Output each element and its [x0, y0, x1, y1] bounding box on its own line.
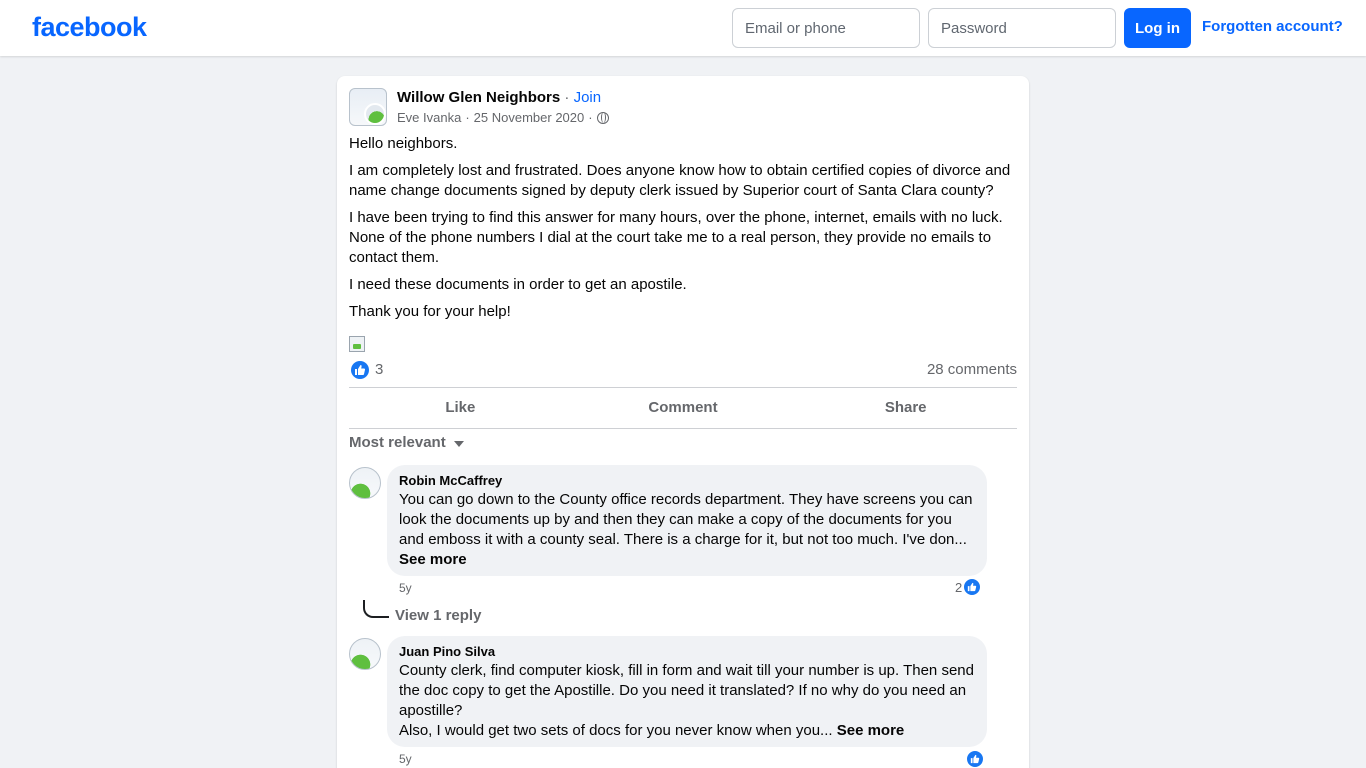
like-reaction-icon	[966, 750, 984, 768]
post-body: Hello neighbors. I am completely lost an…	[349, 134, 1019, 329]
top-navigation-bar: facebook Log in Forgotten account?	[0, 0, 1366, 56]
join-separator: ·	[560, 89, 574, 106]
post-action-bar: Like Comment Share	[349, 387, 1017, 429]
author-avatar[interactable]	[364, 103, 386, 125]
password-field[interactable]	[928, 8, 1116, 48]
sort-label: Most relevant	[349, 434, 446, 451]
comment-count-link[interactable]: 28 comments	[927, 361, 1017, 378]
reactions-row: 3 28 comments	[349, 360, 1017, 380]
globe-icon	[596, 111, 609, 124]
post-meta: Eve Ivanka · 25 November 2020 ·	[397, 110, 609, 125]
post-paragraph: I have been trying to find this answer f…	[349, 209, 1003, 266]
meta-separator: ·	[465, 110, 470, 125]
see-more-link[interactable]: See more	[399, 551, 467, 568]
comment-like-number: 2	[955, 579, 963, 595]
comment-button[interactable]: Comment	[572, 388, 795, 428]
comment-text: You can go down to the County office rec…	[399, 490, 975, 570]
meta-separator: ·	[588, 110, 593, 125]
comment-like-count[interactable]: 2	[955, 578, 982, 596]
post-paragraph: Hello neighbors.	[349, 135, 458, 152]
see-more-link[interactable]: See more	[837, 722, 905, 739]
share-button[interactable]: Share	[794, 388, 1017, 428]
comment-age[interactable]: 5y	[399, 752, 412, 766]
post-paragraph: I need these documents in order to get a…	[349, 276, 687, 293]
comment-like-count[interactable]	[966, 750, 984, 768]
like-reaction-icon[interactable]	[351, 361, 369, 379]
commenter-avatar[interactable]	[349, 638, 381, 670]
post-date-link[interactable]: 25 November 2020	[474, 110, 585, 125]
comment-body-line2: Also, I would get two sets of docs for y…	[399, 722, 833, 739]
broken-image-icon[interactable]	[349, 336, 365, 352]
group-avatar[interactable]	[349, 88, 387, 126]
post-paragraph: I am completely lost and frustrated. Doe…	[349, 162, 1011, 199]
comment-author[interactable]: Juan Pino Silva	[399, 644, 975, 660]
comment-sort-dropdown[interactable]: Most relevant	[349, 434, 464, 451]
view-replies-link[interactable]: View 1 reply	[395, 607, 481, 624]
forgot-account-link[interactable]: Forgotten account?	[1202, 18, 1343, 35]
comment-author[interactable]: Robin McCaffrey	[399, 473, 975, 489]
comment-age[interactable]: 5y	[399, 581, 412, 595]
commenter-avatar[interactable]	[349, 467, 381, 499]
comment-body: You can go down to the County office rec…	[399, 491, 973, 548]
like-button[interactable]: Like	[349, 388, 572, 428]
post-card: Willow Glen Neighbors · Join Eve Ivanka …	[337, 76, 1029, 768]
comment-bubble: Robin McCaffrey You can go down to the C…	[387, 465, 987, 576]
facebook-logo[interactable]: facebook	[32, 12, 147, 43]
like-reaction-icon	[963, 578, 982, 596]
post-paragraph: Thank you for your help!	[349, 303, 511, 320]
comment-bubble: Juan Pino Silva County clerk, find compu…	[387, 636, 987, 747]
comment-body: County clerk, find computer kiosk, fill …	[399, 662, 974, 719]
group-name-link[interactable]: Willow Glen Neighbors	[397, 89, 560, 106]
join-link[interactable]: Join	[574, 89, 602, 106]
reaction-count[interactable]: 3	[375, 361, 383, 378]
reply-connector-line	[363, 600, 389, 618]
login-button[interactable]: Log in	[1124, 8, 1191, 48]
post-author-link[interactable]: Eve Ivanka	[397, 110, 461, 125]
caret-down-icon	[453, 440, 464, 447]
post-header: Willow Glen Neighbors · Join	[397, 89, 601, 106]
comment-text: County clerk, find computer kiosk, fill …	[399, 661, 975, 741]
email-field[interactable]	[732, 8, 920, 48]
